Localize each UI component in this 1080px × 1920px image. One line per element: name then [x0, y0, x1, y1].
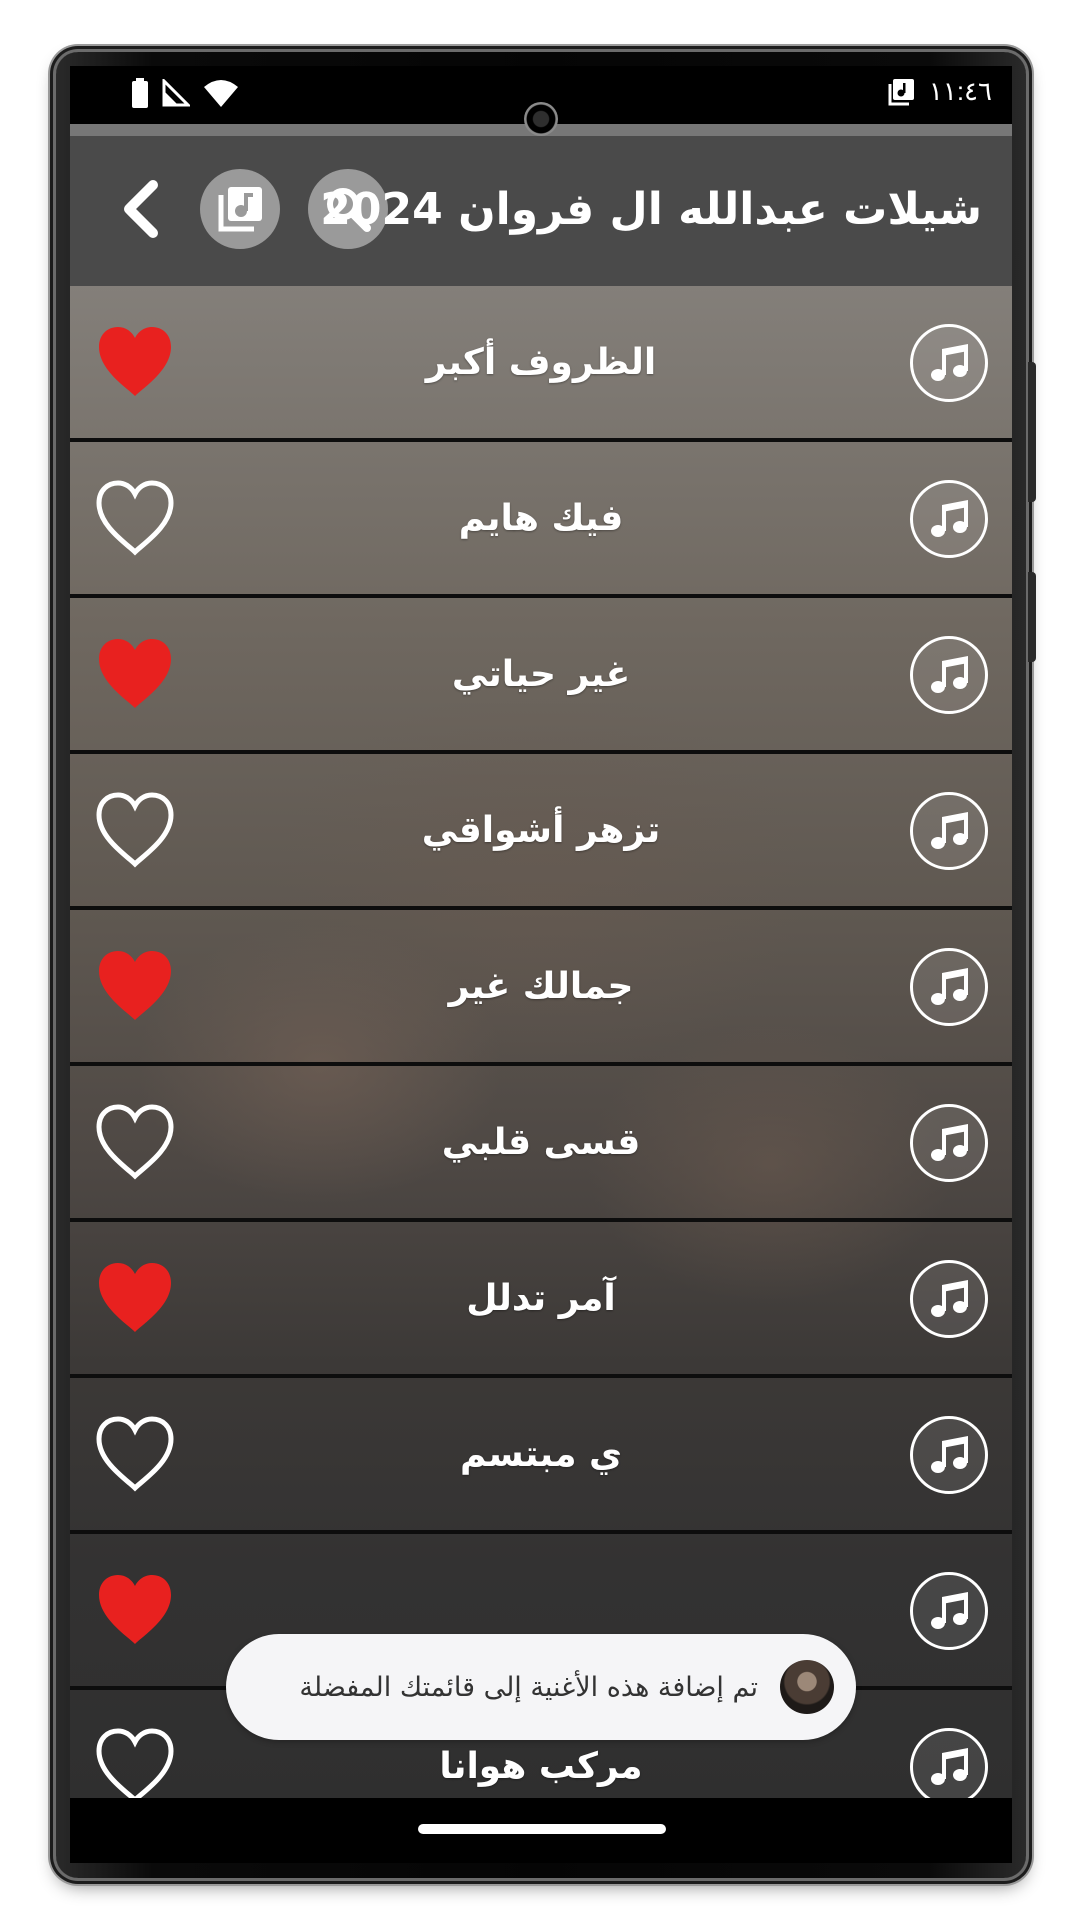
status-bar: ١١:٤٦ [70, 66, 1012, 136]
play-song-button[interactable] [910, 1416, 988, 1494]
back-chevron-icon [124, 180, 158, 238]
song-row[interactable]: آمر تدلل [70, 1222, 1012, 1378]
favorite-filled-heart-icon[interactable] [94, 1258, 176, 1338]
home-gesture-bar[interactable] [418, 1824, 666, 1834]
play-song-button[interactable] [910, 948, 988, 1026]
app-content: شيلات عبدالله ال فروان 2024 الظروف أكبر ف… [70, 124, 1012, 1798]
page-title: شيلات عبدالله ال فروان 2024 [320, 184, 982, 235]
status-icons-right: ١١:٤٦ [887, 76, 992, 107]
app-avatar [780, 1660, 834, 1714]
favorite-filled-heart-icon[interactable] [94, 634, 176, 714]
front-camera [524, 102, 558, 136]
music-note-icon [931, 1280, 968, 1317]
favorite-filled-heart-icon[interactable] [94, 1570, 176, 1650]
favorite-filled-heart-icon[interactable] [94, 322, 176, 402]
music-note-icon [931, 344, 968, 381]
song-title: الظروف أكبر [425, 341, 657, 383]
favorite-outline-heart-icon[interactable] [94, 1102, 176, 1182]
play-song-button[interactable] [910, 1572, 988, 1650]
clock: ١١:٤٦ [928, 76, 992, 106]
song-title: جمالك غير [448, 965, 634, 1007]
play-song-button[interactable] [910, 636, 988, 714]
music-app-notification-icon [888, 78, 914, 105]
song-row[interactable]: قسى قلبي [70, 1066, 1012, 1222]
favorite-outline-heart-icon[interactable] [94, 790, 176, 870]
volume-button [1028, 362, 1036, 502]
favorite-outline-heart-icon[interactable] [94, 478, 176, 558]
music-note-icon [931, 1748, 968, 1785]
play-song-button[interactable] [910, 324, 988, 402]
play-song-button[interactable] [910, 1104, 988, 1182]
toast-notification: تم إضافة هذه الأغنية إلى قائمتك المفضلة [226, 1634, 856, 1740]
song-row[interactable]: تزهر أشواقي [70, 754, 1012, 910]
song-row[interactable]: فيك هايم [70, 442, 1012, 598]
favorite-outline-heart-icon[interactable] [94, 1726, 176, 1798]
song-row[interactable]: غير حياتي [70, 598, 1012, 754]
battery-icon [132, 78, 148, 108]
music-note-icon [931, 1592, 968, 1629]
music-library-icon [218, 187, 262, 232]
music-note-icon [931, 812, 968, 849]
play-song-button[interactable] [910, 480, 988, 558]
song-title: ي مبتسم [459, 1433, 623, 1475]
song-row[interactable]: جمالك غير [70, 910, 1012, 1066]
song-title: تزهر أشواقي [421, 809, 661, 851]
music-note-icon [931, 1436, 968, 1473]
signal-icon [162, 79, 190, 107]
play-song-button[interactable] [910, 1260, 988, 1338]
favorite-outline-heart-icon[interactable] [94, 1414, 176, 1494]
navigation-bar [70, 1798, 1012, 1863]
music-note-icon [931, 656, 968, 693]
status-icons-left [132, 78, 238, 108]
song-title: غير حياتي [451, 653, 631, 695]
song-list: الظروف أكبر فيك هايم غير حياتي تزهر أشواقي ج… [70, 286, 1012, 1798]
phone-screen: ١١:٤٦ شيلات عبدالله ال فروان 2024 الظروف… [70, 66, 1012, 1863]
music-note-icon [931, 500, 968, 537]
play-song-button[interactable] [910, 1728, 988, 1798]
app-header: شيلات عبدالله ال فروان 2024 [70, 136, 1012, 286]
wifi-icon [204, 80, 238, 107]
toast-message: تم إضافة هذه الأغنية إلى قائمتك المفضلة [299, 1671, 758, 1703]
back-button[interactable] [108, 176, 174, 242]
music-library-button[interactable] [200, 169, 280, 249]
music-note-icon [931, 1124, 968, 1161]
power-button [1028, 572, 1036, 662]
music-note-icon [931, 968, 968, 1005]
song-row[interactable]: ي مبتسم [70, 1378, 1012, 1534]
play-song-button[interactable] [910, 792, 988, 870]
song-row[interactable]: الظروف أكبر [70, 286, 1012, 442]
song-title: قسى قلبي [441, 1121, 641, 1163]
song-title: فيك هايم [458, 497, 624, 539]
song-title: آمر تدلل [466, 1277, 616, 1319]
favorite-filled-heart-icon[interactable] [94, 946, 176, 1026]
